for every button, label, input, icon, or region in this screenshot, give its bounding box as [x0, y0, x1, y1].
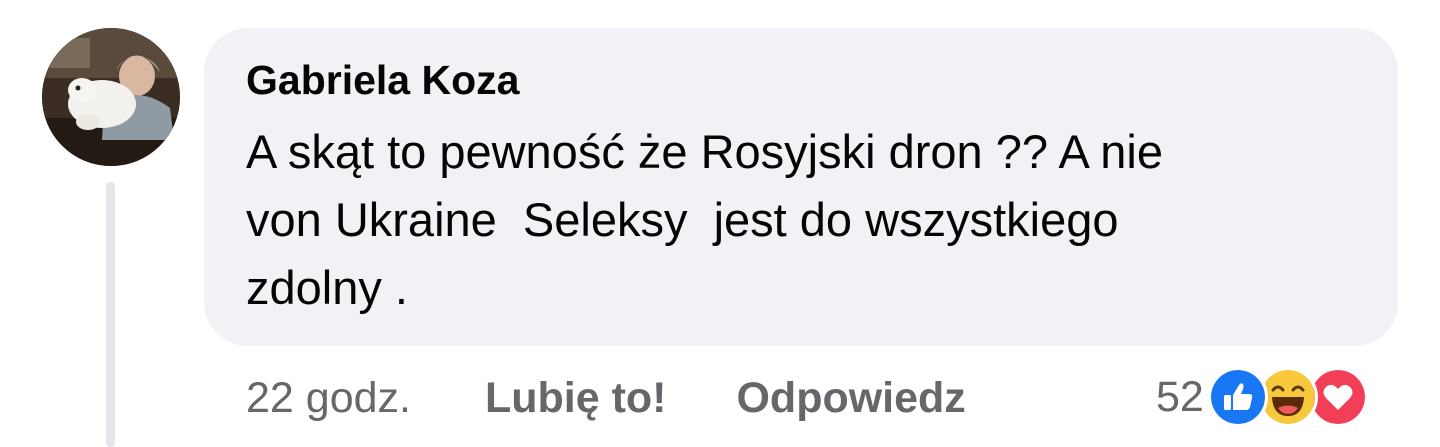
reply-button[interactable]: Odpowiedz: [736, 374, 965, 423]
reaction-count: 52: [1156, 372, 1204, 421]
comment-container: Gabriela Koza A skąt to pewność że Rosyj…: [0, 0, 1440, 447]
comment-actions: 22 godz. Lubię to! Odpowiedz: [246, 368, 966, 428]
like-reaction-icon: [1207, 367, 1268, 427]
comment-text: A skąt to pewność że Rosyjski dron ?? A …: [246, 125, 1164, 314]
reactions-summary[interactable]: 52: [1156, 366, 1368, 428]
like-button[interactable]: Lubię to!: [485, 374, 667, 423]
avatar[interactable]: [42, 28, 180, 166]
reaction-icons: [1207, 367, 1368, 427]
thread-line: [106, 182, 115, 447]
comment-author[interactable]: Gabriela Koza: [246, 54, 519, 106]
comment-timestamp[interactable]: 22 godz.: [246, 374, 411, 423]
avatar-photo: [42, 28, 180, 166]
